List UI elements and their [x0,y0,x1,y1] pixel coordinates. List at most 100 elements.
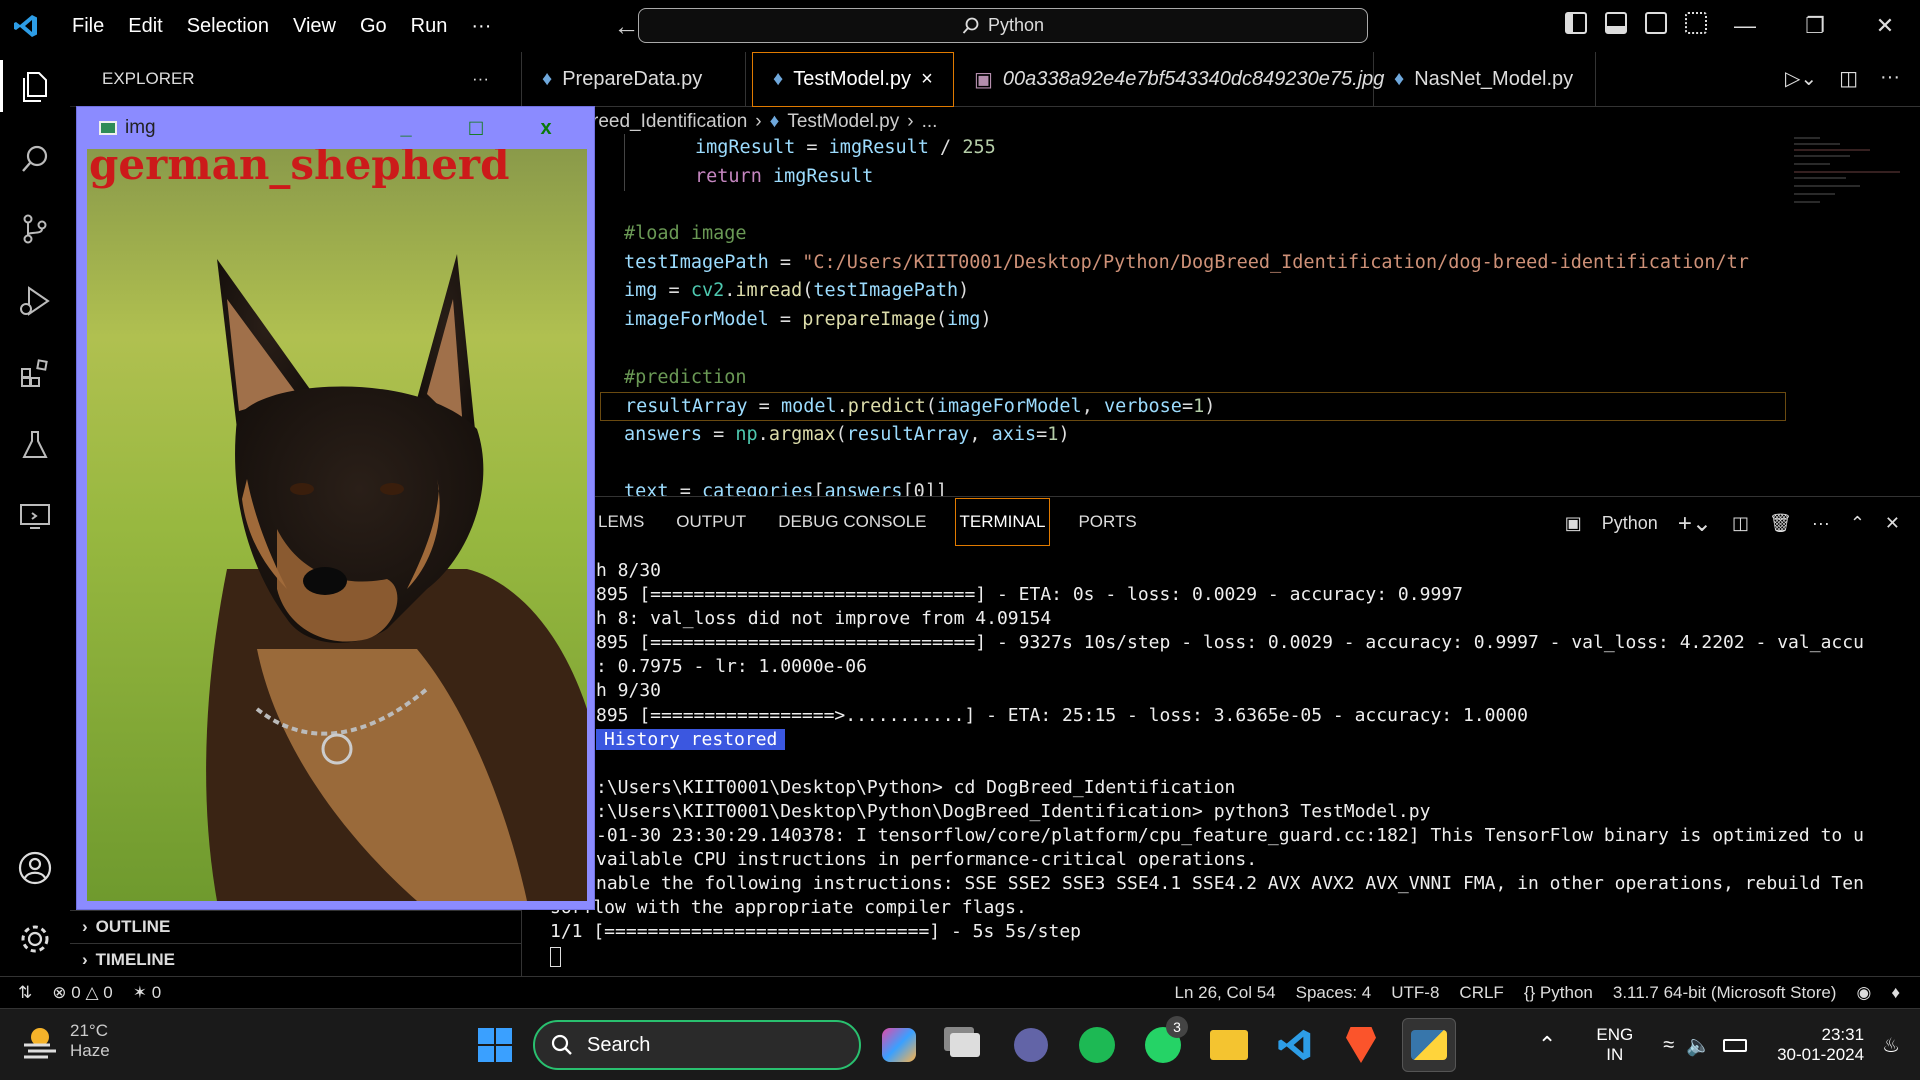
terminal-line: 895 [=================>...........] - ET… [596,704,1528,726]
editor-more-icon[interactable]: ··· [1880,66,1900,91]
menu-go[interactable]: Go [348,0,399,52]
settings-gear-icon[interactable] [14,918,56,960]
image-window-maximize[interactable]: □ [443,107,509,149]
back-arrow-icon[interactable]: ← [613,11,639,42]
system-tray: ⌃ ENG IN ≈ 🔈 23:31 30-01-2024 ♨ [1538,1009,1920,1080]
menu-file[interactable]: File [60,0,116,52]
weather-condition: Haze [70,1041,110,1060]
split-terminal-icon[interactable]: ◫ [1732,513,1749,534]
split-editor-icon[interactable]: ◫ [1839,66,1858,91]
panel-more-icon[interactable]: ··· [1812,513,1830,534]
language-indicator[interactable]: ENG IN [1596,1025,1633,1065]
run-file-icon[interactable]: ▷⌄ [1785,66,1817,91]
image-window[interactable]: img _ □ x german_shepherd [76,106,595,910]
tab-debug-console[interactable]: DEBUG CONSOLE [762,497,942,547]
timeline-section[interactable]: › TIMELINE [70,943,522,975]
timeline-label: TIMELINE [95,949,176,969]
start-windows-icon[interactable] [472,1022,518,1068]
breadcrumb-file[interactable]: TestModel.py [787,111,899,133]
wifi-icon[interactable]: ≈ [1663,1034,1674,1057]
copilot-app-icon[interactable] [876,1022,922,1068]
outline-section[interactable]: › OUTLINE [70,910,522,942]
clock[interactable]: 23:31 30-01-2024 [1777,1025,1864,1065]
code-editor[interactable]: imgResult = imgResult / 255 return imgRe… [600,134,1786,496]
line-ending[interactable]: CRLF [1449,983,1513,1003]
terminal-shell-label[interactable]: Python [1602,513,1658,534]
ports-status[interactable]: ✶ 0 [123,983,171,1003]
terminal-output[interactable]: h 8/30 895 [============================… [550,559,1916,969]
menu-run[interactable]: Run [399,0,460,52]
tab-preparedata[interactable]: ♦ PrepareData.py [522,52,746,107]
cursor-position[interactable]: Ln 26, Col 54 [1165,983,1286,1003]
menu-bar: File Edit Selection View Go Run ··· [60,0,503,52]
copilot-icon[interactable]: ◉ [1846,983,1881,1003]
maximize-panel-icon[interactable]: ⌃ [1850,513,1865,534]
tab-image-preview[interactable]: ▣ 00a338a92e4e7bf543340dc849230e75.jpg [954,52,1384,107]
problems-status[interactable]: ⊗ 0 △ 0 [42,983,122,1003]
testing-icon[interactable] [14,424,56,466]
code-line: answers = np.argmax(resultArray, axis=1) [624,423,1070,445]
menu-view[interactable]: View [281,0,348,52]
encoding[interactable]: UTF-8 [1381,983,1449,1003]
task-view-icon[interactable] [942,1022,988,1068]
command-center[interactable]: Python [638,8,1368,43]
image-window-close[interactable]: x [513,107,579,149]
show-hidden-icons[interactable]: ⌃ [1538,1032,1556,1058]
explorer-icon[interactable] [14,66,56,108]
restore-window-button[interactable]: ❐ [1780,0,1850,52]
tab-output[interactable]: OUTPUT [660,497,762,547]
toggle-secondary-sidebar-icon[interactable] [1645,12,1667,34]
sidebar-more-actions[interactable]: ··· [472,69,489,89]
close-tab-icon[interactable]: × [921,68,933,91]
tab-testmodel[interactable]: ♦ TestModel.py × [752,52,954,107]
spotify-icon[interactable] [1074,1022,1120,1068]
outline-label: OUTLINE [95,916,171,936]
minimize-window-button[interactable]: — [1710,0,1780,52]
python-file-icon: ♦ [769,111,780,132]
kill-terminal-icon[interactable]: 🗑 [1769,513,1792,534]
remote-icon[interactable]: ⇅ [0,983,42,1003]
code-line: imageForModel = prepareImage(img) [624,309,992,331]
file-explorer-icon[interactable] [1206,1022,1252,1068]
tab-terminal[interactable]: TERMINAL [954,498,1051,546]
accounts-icon[interactable] [14,847,56,889]
terminal-line: h 8/30 [596,560,662,581]
vscode-taskbar-icon[interactable] [1272,1022,1318,1068]
run-debug-icon[interactable] [14,280,56,322]
close-window-button[interactable]: ✕ [1850,0,1920,52]
breadcrumb-symbol[interactable]: ... [922,111,938,133]
weather-widget[interactable]: 21°C Haze [20,1021,110,1061]
status-bar: ⇅ ⊗ 0 △ 0 ✶ 0 Ln 26, Col 54 Spaces: 4 UT… [0,976,1920,1008]
image-window-minimize[interactable]: _ [373,107,439,149]
minimap[interactable] [1790,134,1910,214]
remote-explorer-icon[interactable] [14,496,56,538]
battery-icon[interactable] [1723,1038,1748,1052]
tab-ports[interactable]: PORTS [1062,497,1152,547]
python-app-icon[interactable] [1402,1018,1456,1072]
new-terminal-icon[interactable]: +⌄ [1678,509,1712,538]
source-control-icon[interactable] [14,208,56,250]
search-view-icon[interactable] [14,138,56,180]
warning-count: 0 [103,982,113,1002]
indentation[interactable]: Spaces: 4 [1286,983,1382,1003]
toggle-primary-sidebar-icon[interactable] [1565,12,1587,34]
menu-edit[interactable]: Edit [116,0,174,52]
customize-layout-icon[interactable] [1685,12,1707,34]
language-mode[interactable]: {} Python [1514,983,1603,1003]
menu-selection[interactable]: Selection [175,0,281,52]
menu-more[interactable]: ··· [459,0,503,52]
taskbar-search[interactable]: Search [533,1020,861,1070]
tab-nasnet-model[interactable]: ♦ NasNet_Model.py [1374,52,1596,107]
extensions-icon[interactable] [14,352,56,394]
teams-chat-icon[interactable] [1008,1022,1054,1068]
brave-browser-icon[interactable] [1338,1022,1384,1068]
notification-bell-icon[interactable]: ♨ [1882,1033,1900,1058]
tab-problems[interactable]: LEMS [598,497,660,547]
python-interpreter[interactable]: 3.11.7 64-bit (Microsoft Store) [1603,983,1847,1003]
whatsapp-icon[interactable]: 3 [1140,1016,1188,1068]
close-panel-icon[interactable]: ✕ [1885,513,1900,534]
breadcrumb-folder[interactable]: reed_Identification [592,111,747,133]
toggle-panel-icon[interactable] [1605,12,1627,34]
notifications-bell-icon[interactable]: ♦ [1881,983,1920,1003]
volume-icon[interactable]: 🔈 [1686,1033,1711,1058]
